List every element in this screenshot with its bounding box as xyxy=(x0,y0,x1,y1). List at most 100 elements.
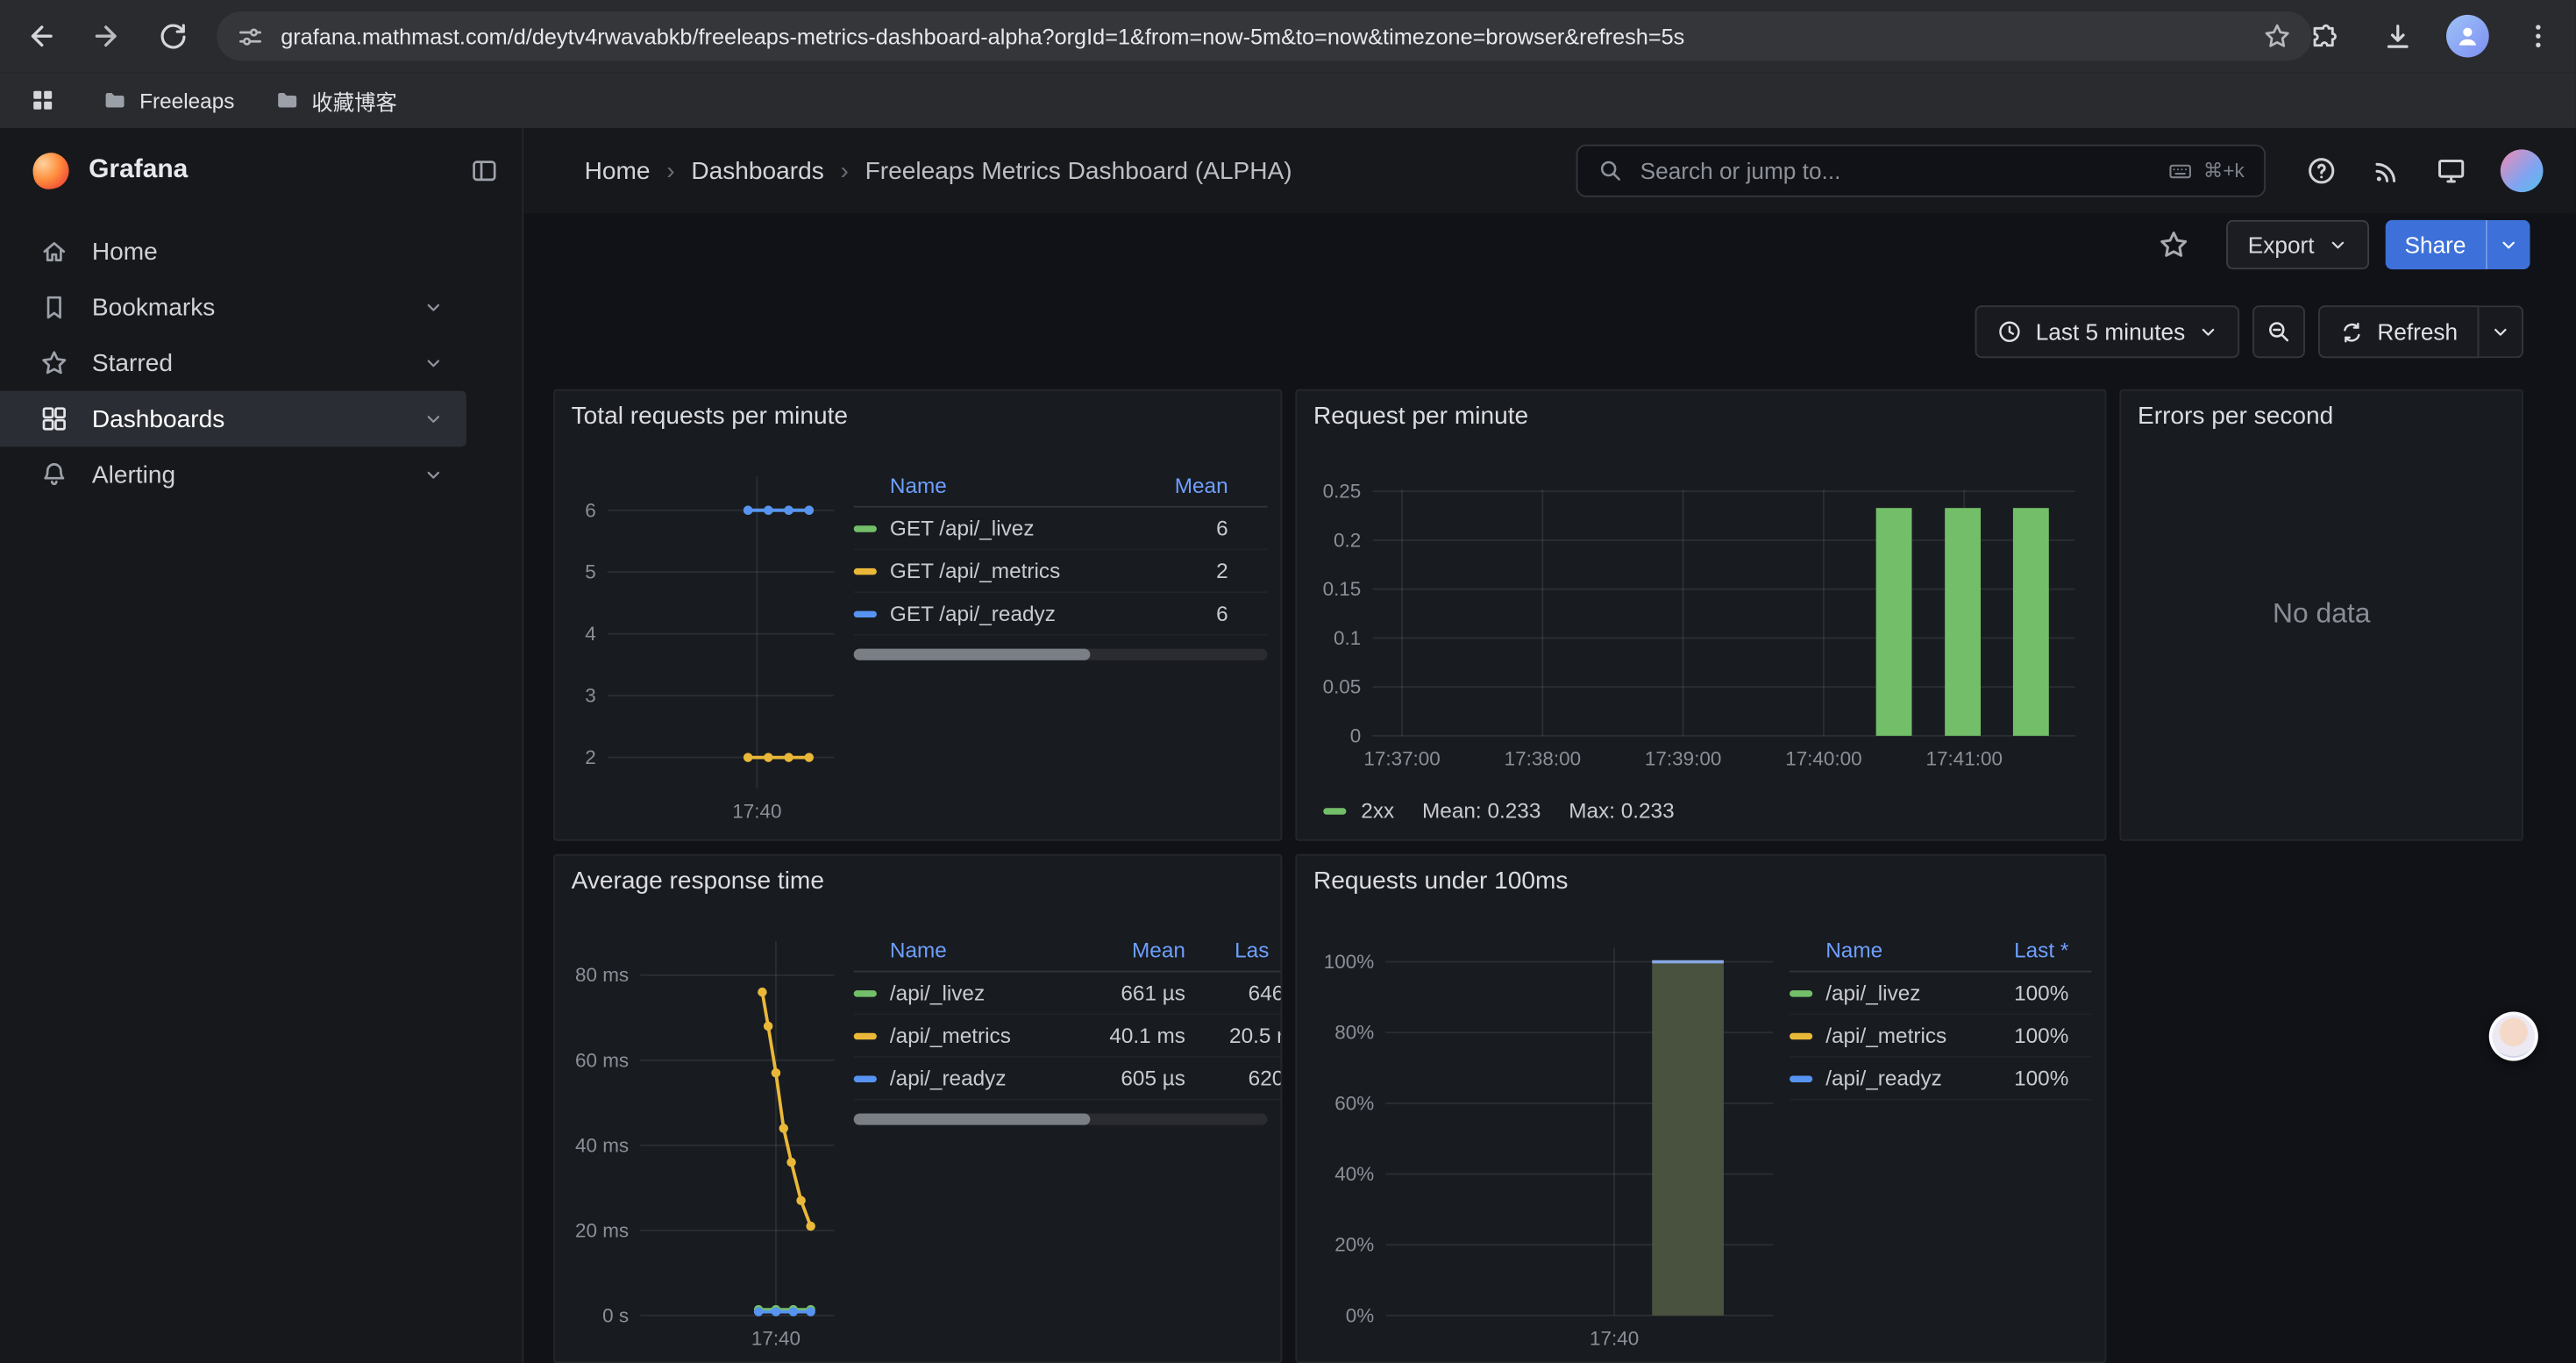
share-dropdown-button[interactable] xyxy=(2486,220,2530,269)
scrollbar-thumb[interactable] xyxy=(854,649,1090,660)
svg-text:0 s: 0 s xyxy=(602,1304,629,1326)
legend-series-name[interactable]: /api/_metrics xyxy=(890,1024,1107,1048)
legend-header-name[interactable]: Name xyxy=(890,937,1107,961)
sidebar-item-starred[interactable]: Starred xyxy=(0,335,466,391)
legend-series-name[interactable]: 2xx xyxy=(1361,798,1394,823)
legend-scrollbar[interactable] xyxy=(854,649,1268,660)
legend-header-name[interactable]: Name xyxy=(890,472,1136,496)
legend-series-name[interactable]: GET /api/_metrics xyxy=(890,559,1136,583)
legend-header-mean[interactable]: Mean xyxy=(1107,937,1212,961)
zoom-out-button[interactable] xyxy=(2252,305,2305,358)
no-data-message: No data xyxy=(2121,597,2522,630)
search-input[interactable] xyxy=(1637,156,2154,186)
downloads-button[interactable] xyxy=(2373,11,2422,61)
grafana-logo[interactable] xyxy=(31,150,72,191)
legend-series-mean: 661 µs xyxy=(1107,981,1212,1005)
forward-button[interactable] xyxy=(82,11,132,61)
legend-header-row: Name Mean xyxy=(854,463,1268,508)
legend-series-name[interactable]: GET /api/_livez xyxy=(890,516,1136,540)
bookmark-item-freeleaps[interactable]: Freeleaps xyxy=(102,87,234,113)
legend-scrollbar[interactable] xyxy=(854,1114,1268,1125)
time-range-picker[interactable]: Last 5 minutes xyxy=(1975,305,2239,358)
browser-profile-avatar[interactable] xyxy=(2446,15,2489,58)
keyboard-shortcut-hint: ⌘+k xyxy=(2167,158,2245,184)
legend-series-name[interactable]: /api/_readyz xyxy=(890,1066,1107,1090)
legend-series-name[interactable]: GET /api/_readyz xyxy=(890,601,1136,625)
back-button[interactable] xyxy=(17,11,66,61)
sidebar-nav: Home Bookmarks Starred Dashboards Alerti… xyxy=(0,213,522,503)
browser-window: grafana.mathmast.com/d/deytv4rwavabkb/fr… xyxy=(0,0,2576,1363)
favorite-dashboard-button[interactable] xyxy=(2151,222,2196,268)
help-button[interactable] xyxy=(2305,154,2338,187)
svg-text:20 ms: 20 ms xyxy=(575,1219,629,1241)
search-box[interactable]: ⌘+k xyxy=(1576,145,2266,197)
sidebar-item-alerting[interactable]: Alerting xyxy=(0,446,466,503)
breadcrumb-dashboards[interactable]: Dashboards xyxy=(691,157,823,185)
sidebar-item-home[interactable]: Home xyxy=(0,224,466,280)
sidebar-item-label: Dashboards xyxy=(92,405,224,433)
extensions-button[interactable] xyxy=(2299,11,2348,61)
bookmark-star-icon[interactable] xyxy=(2262,21,2292,51)
floating-assistant-avatar[interactable] xyxy=(2489,1011,2538,1060)
reload-button[interactable] xyxy=(148,11,197,61)
average-response-time-chart[interactable]: 80 ms60 ms40 ms20 ms0 s17:40 xyxy=(568,921,847,1361)
svg-text:40%: 40% xyxy=(1334,1163,1374,1185)
legend-header-name[interactable]: Name xyxy=(1825,937,1976,961)
legend-row: /api/_metrics 40.1 ms 20.5 r xyxy=(854,1015,1283,1058)
sidebar-item-bookmarks[interactable]: Bookmarks xyxy=(0,279,466,335)
refresh-icon xyxy=(2339,319,2364,344)
display-button[interactable] xyxy=(2435,154,2467,187)
refresh-interval-dropdown[interactable] xyxy=(2479,305,2523,358)
export-button[interactable]: Export xyxy=(2226,220,2368,269)
sidebar-item-label: Alerting xyxy=(92,460,175,489)
legend-header-last[interactable]: Las xyxy=(1212,937,1283,961)
series-color-icon xyxy=(854,525,877,531)
legend-header-last[interactable]: Last * xyxy=(1976,937,2091,961)
keyboard-icon xyxy=(2167,158,2194,184)
chart-svg: 80 ms60 ms40 ms20 ms0 s17:40 xyxy=(568,921,847,1361)
panel-title[interactable]: Requests under 100ms xyxy=(1297,856,2104,909)
extensions-puzzle-icon xyxy=(2308,20,2339,52)
panel-errors-per-second: Errors per second No data xyxy=(2119,389,2523,841)
svg-text:17:40: 17:40 xyxy=(751,1328,801,1350)
site-info-icon[interactable] xyxy=(237,22,265,50)
sidebar-item-label: Home xyxy=(92,238,158,266)
legend-series-name[interactable]: /api/_livez xyxy=(1825,981,1976,1005)
bookmark-label: Freeleaps xyxy=(139,88,234,112)
url-text[interactable]: grafana.mathmast.com/d/deytv4rwavabkb/fr… xyxy=(281,24,2245,48)
svg-text:0: 0 xyxy=(1350,724,1362,746)
panel-title[interactable]: Average response time xyxy=(555,856,1281,909)
svg-text:17:37:00: 17:37:00 xyxy=(1363,748,1440,770)
panel-title[interactable]: Request per minute xyxy=(1297,391,2104,444)
request-per-minute-chart[interactable]: 0.250.20.150.10.05017:37:0017:38:0017:39… xyxy=(1310,457,2095,786)
legend-series-name[interactable]: /api/_readyz xyxy=(1825,1066,1976,1090)
legend-series-name[interactable]: /api/_livez xyxy=(890,981,1107,1005)
bookmark-item-blogs[interactable]: 收藏博客 xyxy=(274,84,396,116)
sidebar-item-dashboards[interactable]: Dashboards xyxy=(0,391,466,447)
share-button[interactable]: Share xyxy=(2385,220,2486,269)
panel-title[interactable]: Total requests per minute xyxy=(555,391,1281,444)
legend-header-mean[interactable]: Mean xyxy=(1136,472,1268,496)
breadcrumb-home[interactable]: Home xyxy=(585,157,651,185)
dock-menu-button[interactable] xyxy=(470,156,500,186)
zoom-out-icon xyxy=(2266,318,2292,345)
star-outline-icon xyxy=(2158,228,2190,260)
legend-series-name[interactable]: /api/_metrics xyxy=(1825,1024,1976,1048)
panel-title[interactable]: Errors per second xyxy=(2121,391,2522,444)
svg-text:0.2: 0.2 xyxy=(1334,529,1361,551)
address-bar[interactable]: grafana.mathmast.com/d/deytv4rwavabkb/fr… xyxy=(217,11,2311,61)
browser-menu-button[interactable] xyxy=(2514,11,2563,61)
back-icon xyxy=(25,19,57,52)
scrollbar-thumb[interactable] xyxy=(854,1114,1090,1125)
total-requests-chart[interactable]: 6543217:40 xyxy=(568,457,847,835)
series-color-icon xyxy=(854,989,877,995)
time-controls: Last 5 minutes Refresh xyxy=(1975,305,2523,358)
refresh-button[interactable]: Refresh xyxy=(2318,305,2480,358)
svg-text:17:40:00: 17:40:00 xyxy=(1785,748,1861,770)
news-button[interactable] xyxy=(2371,155,2402,187)
apps-shortcut-button[interactable] xyxy=(23,81,62,120)
user-avatar[interactable] xyxy=(2501,149,2544,192)
help-icon xyxy=(2305,154,2338,187)
legend-row: /api/_livez 661 µs 646 xyxy=(854,973,1283,1016)
requests-under-100ms-chart[interactable]: 100%80%60%40%20%0%17:40 xyxy=(1310,921,1790,1361)
